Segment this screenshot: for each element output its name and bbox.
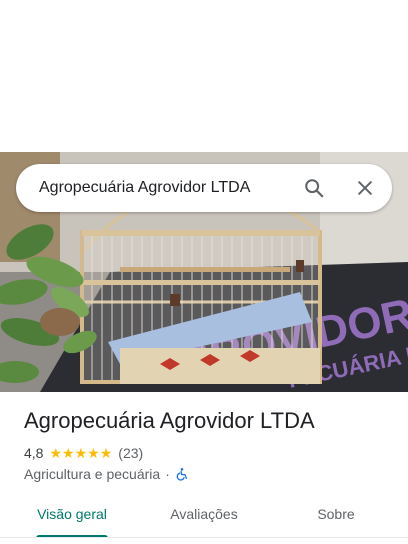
rating-row[interactable]: 4,8 ★ ★ ★ ★ ★ (23) (24, 444, 143, 462)
place-category: Agricultura e pecuária (24, 466, 161, 482)
review-count[interactable]: (23) (118, 445, 143, 461)
tab-about[interactable]: Sobre (264, 494, 408, 534)
place-name: Agropecuária Agrovidor LTDA (24, 408, 315, 433)
star-icon: ★ (49, 445, 63, 461)
star-icon: ★ (74, 445, 88, 461)
wheelchair-accessible-indicator[interactable] (175, 466, 189, 482)
star-icon: ★ (62, 445, 75, 461)
clear-search-button[interactable] (345, 168, 385, 208)
search-icon (305, 179, 324, 198)
tabs-divider (0, 537, 408, 538)
search-button[interactable] (294, 168, 334, 208)
star-icon: ★ (87, 445, 100, 461)
tab-reviews-label: Avaliações (170, 506, 238, 522)
place-tabs: Visão geral Avaliações Sobre (0, 494, 408, 538)
rating-value: 4,8 (24, 445, 44, 461)
star-icon: ★ (99, 445, 113, 461)
tab-overview[interactable]: Visão geral (0, 494, 144, 538)
tab-overview-label: Visão geral (37, 506, 107, 522)
search-input[interactable]: Agropecuária Agrovidor LTDA (16, 179, 294, 197)
close-icon (358, 181, 372, 195)
tab-about-label: Sobre (317, 506, 355, 522)
search-bar[interactable]: Agropecuária Agrovidor LTDA (16, 164, 392, 212)
category-row: Agricultura e pecuária · (24, 465, 189, 483)
separator: · (165, 466, 170, 482)
rating-stars: ★ ★ ★ ★ ★ (49, 446, 112, 460)
tab-reviews[interactable]: Avaliações (144, 494, 264, 534)
wheelchair-icon (176, 468, 187, 481)
